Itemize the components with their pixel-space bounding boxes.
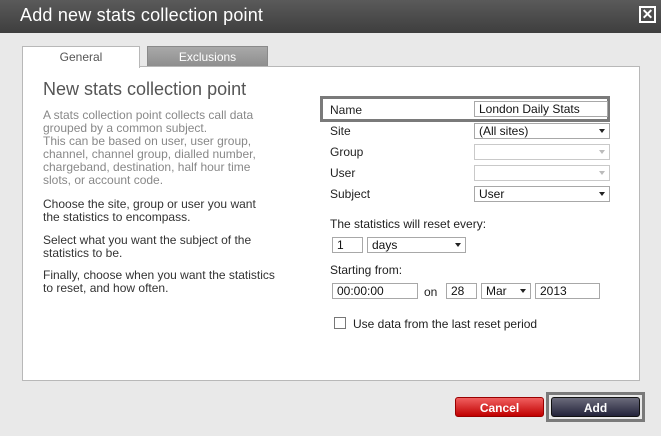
chevron-down-icon: [455, 243, 461, 247]
reset-label: The statistics will reset every:: [330, 217, 487, 231]
subject-select[interactable]: User: [474, 186, 610, 202]
start-year-input[interactable]: 2013: [535, 283, 600, 299]
add-button[interactable]: Add: [551, 397, 640, 417]
chevron-down-icon: [599, 150, 605, 154]
subject-label: Subject: [330, 187, 371, 201]
panel-heading: New stats collection point: [43, 79, 247, 99]
site-select[interactable]: (All sites): [474, 123, 610, 139]
name-input[interactable]: London Daily Stats: [474, 101, 608, 117]
chevron-down-icon: [520, 289, 526, 293]
cancel-button[interactable]: Cancel: [455, 397, 544, 417]
start-month-select[interactable]: Mar: [481, 283, 531, 299]
chevron-down-icon: [599, 171, 605, 175]
title-bar: Add new stats collection point ✕: [0, 0, 661, 33]
on-label: on: [424, 285, 438, 299]
tab-exclusions[interactable]: Exclusions: [147, 46, 268, 67]
site-help-text: Choose the site, group or user you want …: [43, 198, 283, 224]
reset-help-text: Finally, choose when you want the statis…: [43, 269, 283, 295]
help-line: the statistics to encompass.: [43, 210, 191, 224]
use-data-checkbox[interactable]: [334, 317, 346, 329]
chevron-down-icon: [599, 192, 605, 196]
group-label: Group: [330, 145, 364, 159]
general-panel: New stats collection point A stats colle…: [22, 66, 640, 381]
name-label: Name: [330, 103, 363, 117]
group-select[interactable]: [474, 144, 610, 160]
intro-text: A stats collection point collects call d…: [43, 109, 283, 187]
user-select[interactable]: [474, 165, 610, 181]
start-day-input[interactable]: 28: [446, 283, 477, 299]
close-icon[interactable]: ✕: [639, 6, 656, 23]
tab-general[interactable]: General: [22, 46, 140, 68]
help-line: statistics to be.: [43, 246, 123, 260]
site-select-value: (All sites): [479, 124, 529, 138]
help-line: to reset, and how often.: [43, 281, 169, 295]
subject-select-value: User: [479, 187, 505, 201]
use-data-label: Use data from the last reset period: [353, 317, 538, 331]
intro-line: slots, or account code.: [43, 173, 164, 187]
start-time-input[interactable]: 00:00:00: [332, 283, 418, 299]
reset-unit-select[interactable]: days: [367, 237, 466, 253]
chevron-down-icon: [599, 129, 605, 133]
subject-help-text: Select what you want the subject of the …: [43, 234, 283, 260]
starting-label: Starting from:: [330, 263, 403, 277]
start-month-value: Mar: [486, 284, 507, 298]
reset-count-input[interactable]: 1: [332, 237, 363, 253]
reset-unit-value: days: [372, 238, 398, 252]
window-title: Add new stats collection point: [20, 5, 264, 25]
user-label: User: [330, 166, 356, 180]
site-label: Site: [330, 124, 351, 138]
